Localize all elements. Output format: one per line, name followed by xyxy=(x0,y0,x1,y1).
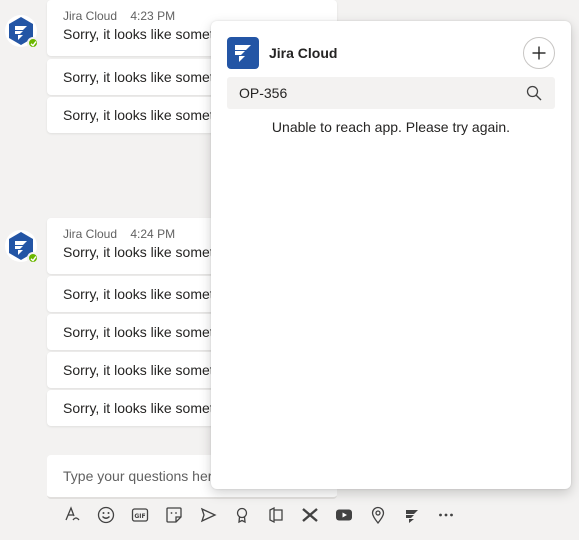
bot-avatar[interactable] xyxy=(5,230,39,264)
jira-icon[interactable] xyxy=(400,503,424,527)
app-icon[interactable] xyxy=(298,503,322,527)
send-icon[interactable] xyxy=(196,503,220,527)
jira-logo-icon xyxy=(227,37,259,69)
plus-icon xyxy=(532,46,546,60)
search-box xyxy=(227,77,555,109)
location-icon[interactable] xyxy=(366,503,390,527)
praise-icon[interactable] xyxy=(230,503,254,527)
gif-icon[interactable]: GIF xyxy=(128,503,152,527)
sticker-icon[interactable] xyxy=(162,503,186,527)
message-text: Sorry, it looks like someth xyxy=(63,324,222,340)
compose-toolbar: GIF xyxy=(60,503,458,527)
presence-available-icon xyxy=(27,37,39,49)
bot-avatar[interactable] xyxy=(5,15,39,49)
svg-text:GIF: GIF xyxy=(134,513,145,520)
message-text: Sorry, it looks like someth xyxy=(63,107,222,123)
message-sender: Jira Cloud xyxy=(63,227,118,241)
message-text: Sorry, it looks like someth xyxy=(63,69,222,85)
add-button[interactable] xyxy=(523,37,555,69)
search-icon[interactable] xyxy=(525,84,543,102)
presence-available-icon xyxy=(27,252,39,264)
more-icon[interactable] xyxy=(434,503,458,527)
message-text: Sorry, it looks like someth xyxy=(63,400,222,416)
compose-placeholder: Type your questions here xyxy=(63,468,221,484)
message-sender: Jira Cloud xyxy=(63,9,118,23)
search-input[interactable] xyxy=(239,85,525,101)
message-time: 4:24 PM xyxy=(130,227,176,241)
message-text: Sorry, it looks like someth xyxy=(63,286,222,302)
message-text: Sorry, it looks like someth xyxy=(63,362,222,378)
popup-title: Jira Cloud xyxy=(269,45,338,61)
app-popup: Jira Cloud Unable to reach app. Please t… xyxy=(211,21,571,489)
stream-icon[interactable] xyxy=(264,503,288,527)
emoji-icon[interactable] xyxy=(94,503,118,527)
error-message: Unable to reach app. Please try again. xyxy=(271,119,511,135)
video-icon[interactable] xyxy=(332,503,356,527)
message-time: 4:23 PM xyxy=(130,9,176,23)
popup-header: Jira Cloud xyxy=(227,37,555,69)
format-icon[interactable] xyxy=(60,503,84,527)
